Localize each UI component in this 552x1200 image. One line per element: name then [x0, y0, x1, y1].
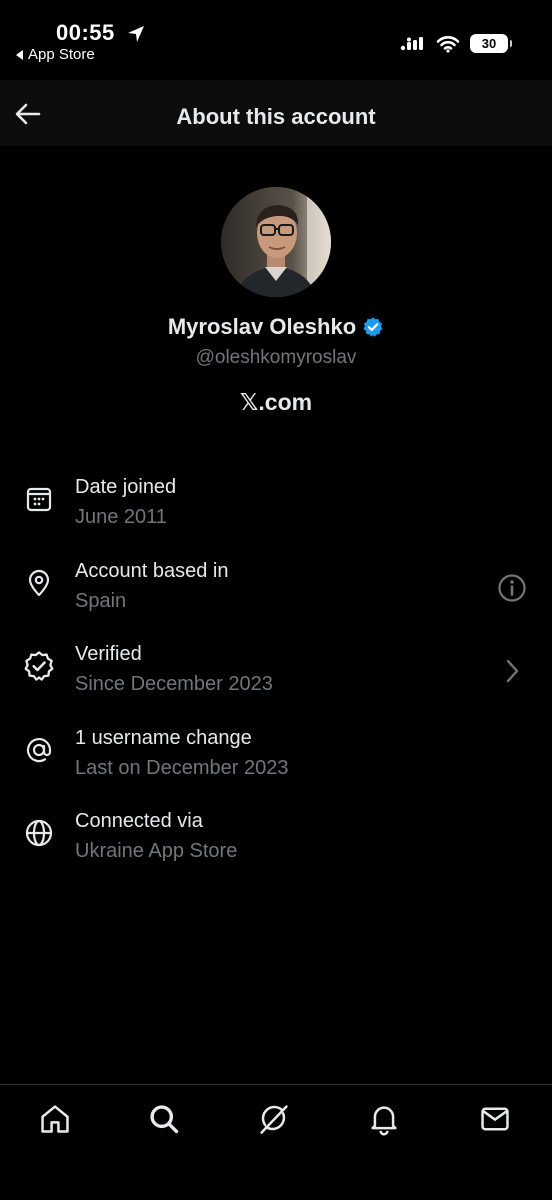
top-header: About this account [0, 80, 552, 146]
verified-badge-icon[interactable] [362, 316, 384, 338]
battery-level: 30 [481, 36, 497, 51]
info-icon[interactable] [496, 572, 528, 604]
info-title: Account based in [75, 560, 229, 582]
profile-site: 𝕏.com [239, 389, 313, 415]
profile-name-row: Myroslav Oleshko [0, 314, 552, 340]
bottom-nav [0, 1084, 552, 1200]
info-item-verified[interactable]: Verified Since December 2023 [0, 643, 552, 727]
location-pin-icon [22, 566, 56, 600]
calendar-icon [22, 482, 56, 516]
status-indicators: 30 [400, 34, 512, 53]
avatar-image [221, 187, 331, 297]
bell-icon[interactable] [366, 1101, 402, 1137]
page-title: About this account [176, 104, 376, 129]
info-title: Date joined [75, 476, 177, 498]
at-sign-icon [22, 733, 56, 767]
verified-badge-icon [22, 649, 56, 683]
wifi-icon [436, 35, 460, 53]
chevron-right-icon[interactable] [496, 655, 528, 687]
info-item-account-based-in: Account based in Spain [0, 560, 552, 644]
info-subtitle: Spain [75, 590, 127, 612]
globe-icon [22, 816, 56, 850]
cellular-signal-icon [400, 36, 423, 50]
info-subtitle: Since December 2023 [75, 673, 273, 695]
info-item-username-change: 1 username change Last on December 2023 [0, 727, 552, 811]
status-bar: 00:55 App Store 30 [0, 0, 552, 80]
info-subtitle: Ukraine App Store [75, 840, 238, 862]
grok-icon[interactable] [256, 1101, 292, 1137]
battery-indicator: 30 [470, 34, 512, 53]
info-subtitle: June 2011 [75, 506, 167, 528]
info-title: 1 username change [75, 727, 252, 749]
mail-icon[interactable] [477, 1101, 513, 1137]
location-arrow-icon [128, 26, 144, 42]
avatar[interactable] [221, 187, 331, 297]
profile-handle: @oleshkomyroslav [195, 347, 357, 368]
profile-name: Myroslav Oleshko [167, 314, 357, 339]
home-icon[interactable] [37, 1101, 73, 1137]
info-item-date-joined: Date joined June 2011 [0, 476, 552, 560]
search-icon[interactable] [146, 1101, 182, 1137]
status-time: 00:55 [56, 20, 115, 45]
info-subtitle: Last on December 2023 [75, 757, 289, 779]
info-title: Connected via [75, 810, 203, 832]
back-to-app-store-link[interactable]: App Store [16, 46, 95, 63]
info-title: Verified [75, 643, 142, 665]
back-app-label: App Store [28, 46, 95, 63]
back-triangle-icon [16, 49, 23, 60]
info-item-connected-via: Connected via Ukraine App Store [0, 810, 552, 894]
